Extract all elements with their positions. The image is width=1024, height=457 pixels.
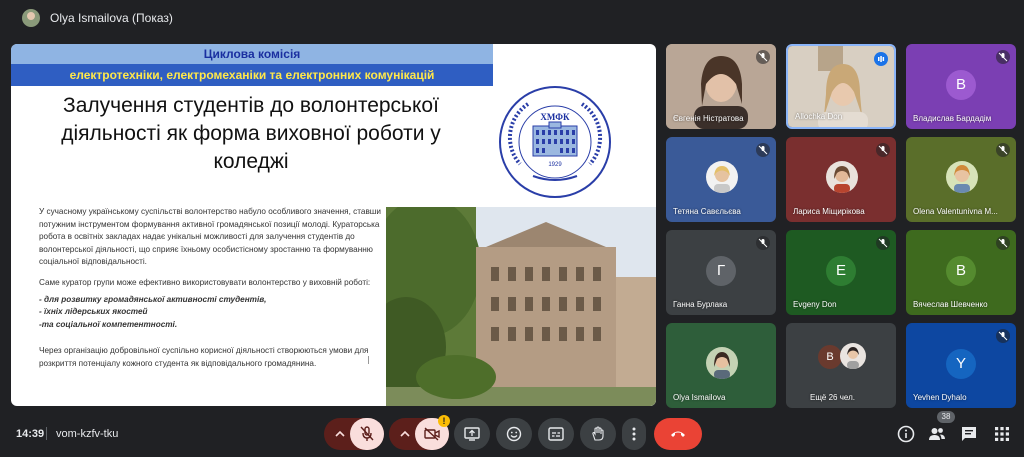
- captions-icon: [548, 427, 564, 441]
- mic-off-icon: [756, 50, 770, 64]
- participant-avatar: [826, 161, 858, 193]
- more-options-button[interactable]: [622, 418, 646, 450]
- slide-banner: Циклова комісія електротехніки, електром…: [11, 44, 493, 86]
- participant-name: Лариса Міщирікова: [793, 207, 865, 216]
- more-participants-tile[interactable]: В Ещё 26 чел.: [786, 323, 896, 408]
- people-icon[interactable]: [927, 424, 947, 444]
- mic-off-icon: [876, 236, 890, 250]
- slide-bullet-2: - їхніх лідерських якостей: [39, 307, 148, 317]
- participant-avatar: В: [946, 70, 976, 100]
- participant-avatar: Г: [706, 256, 736, 286]
- mouse-cursor: [368, 356, 374, 364]
- participant-tile[interactable]: В Владислав Бардадім: [906, 44, 1016, 129]
- participant-tile[interactable]: Olena Valentunivna M...: [906, 137, 1016, 222]
- divider: [46, 427, 47, 440]
- participant-name: Yevhen Dyhalo: [913, 393, 967, 402]
- slide-body: У сучасному українському суспільстві вол…: [39, 206, 384, 375]
- mic-off-icon: [360, 426, 374, 441]
- mic-off-icon: [996, 50, 1010, 64]
- participant-tile[interactable]: Євгенія Ністратова: [666, 44, 776, 129]
- participant-tile[interactable]: Лариса Міщирікова: [786, 137, 896, 222]
- end-call-icon: [671, 431, 685, 437]
- top-bar: Olya Ismailova (Показ): [0, 0, 1024, 36]
- participant-avatar: Е: [826, 256, 856, 286]
- slide-banner-line2: електротехніки, електромеханіки та елект…: [11, 64, 493, 86]
- reactions-button[interactable]: [496, 418, 532, 450]
- presenter-name: Olya Ismailova (Показ): [50, 11, 173, 25]
- logo-abbrev: ХМФК: [540, 112, 570, 122]
- speaking-indicator-icon: [874, 52, 888, 66]
- activities-icon[interactable]: [992, 424, 1012, 444]
- raise-hand-icon: [592, 426, 604, 441]
- participant-avatar: [840, 343, 866, 369]
- participant-avatar: В: [818, 345, 842, 369]
- slide-bullet-3: -та соціальної компетентності.: [39, 319, 178, 329]
- participant-tile[interactable]: В Вячеслав Шевченко: [906, 230, 1016, 315]
- participant-tile[interactable]: Е Evgeny Don: [786, 230, 896, 315]
- participant-avatar: Y: [946, 349, 976, 379]
- warning-badge: !: [438, 415, 450, 427]
- mic-off-icon: [996, 143, 1010, 157]
- people-count-badge: 38: [937, 411, 955, 423]
- college-logo: ХМФК 1929: [499, 86, 611, 198]
- slide-title: Залучення студентів до волонтерської дія…: [61, 94, 441, 173]
- slide-paragraph-2: Саме куратор групи може ефективно викори…: [39, 277, 371, 287]
- participant-name: Ганна Бурлака: [673, 300, 728, 309]
- participant-name: Тетяна Савєльєва: [673, 207, 741, 216]
- participant-avatar: [946, 161, 978, 193]
- participant-tile-speaking[interactable]: Allochka Don: [786, 44, 896, 129]
- chevron-up-icon[interactable]: [399, 428, 411, 440]
- participant-tile[interactable]: Olya Ismailova: [666, 323, 776, 408]
- slide-bullet-1: - для розвитку громадянської активності …: [39, 294, 267, 304]
- participant-name: Olena Valentunivna M...: [913, 207, 998, 216]
- present-button[interactable]: [454, 418, 490, 450]
- raise-hand-button[interactable]: [580, 418, 616, 450]
- slide-paragraph-1: У сучасному українському суспільстві вол…: [39, 207, 381, 267]
- college-building-photo: [386, 207, 656, 406]
- info-icon[interactable]: [896, 424, 916, 444]
- mic-button[interactable]: [350, 418, 384, 450]
- mic-off-icon: [996, 236, 1010, 250]
- more-vert-icon: [632, 427, 636, 441]
- participant-avatar: В: [946, 256, 976, 286]
- participant-tile[interactable]: Тетяна Савєльєва: [666, 137, 776, 222]
- emoji-icon: [506, 426, 522, 442]
- chevron-up-icon[interactable]: [334, 428, 346, 440]
- shared-screen: Циклова комісія електротехніки, електром…: [11, 44, 656, 406]
- participant-avatar: [706, 347, 738, 379]
- logo-year: 1929: [548, 162, 562, 168]
- participant-tile[interactable]: Г Ганна Бурлака: [666, 230, 776, 315]
- presenter-avatar: [22, 9, 40, 27]
- mic-off-icon: [756, 143, 770, 157]
- slide-paragraph-3: Через організацію добровільної суспільно…: [39, 346, 369, 368]
- mic-off-icon: [996, 329, 1010, 343]
- end-call-button[interactable]: [654, 418, 702, 450]
- participant-name: Вячеслав Шевченко: [913, 300, 988, 309]
- clock: 14:39: [16, 428, 45, 440]
- participant-name: Olya Ismailova: [673, 393, 726, 402]
- bottom-bar: 14:39 vom-kzfv-tku ! 38: [0, 410, 1024, 457]
- present-screen-icon: [464, 427, 480, 441]
- participant-name: Evgeny Don: [793, 300, 837, 309]
- chat-icon[interactable]: [959, 424, 979, 444]
- participant-tile[interactable]: Y Yevhen Dyhalo: [906, 323, 1016, 408]
- participant-name: Allochka Don: [795, 112, 843, 121]
- mic-off-icon: [756, 236, 770, 250]
- participant-avatar: [706, 161, 738, 193]
- more-participants-label: Ещё 26 чел.: [810, 393, 855, 402]
- participant-name: Євгенія Ністратова: [673, 114, 744, 123]
- camera-off-icon: [424, 427, 440, 441]
- slide-banner-line1: Циклова комісія: [11, 44, 493, 64]
- participant-name: Владислав Бардадім: [913, 114, 992, 123]
- captions-button[interactable]: [538, 418, 574, 450]
- mic-off-icon: [876, 143, 890, 157]
- meeting-code: vom-kzfv-tku: [56, 428, 119, 440]
